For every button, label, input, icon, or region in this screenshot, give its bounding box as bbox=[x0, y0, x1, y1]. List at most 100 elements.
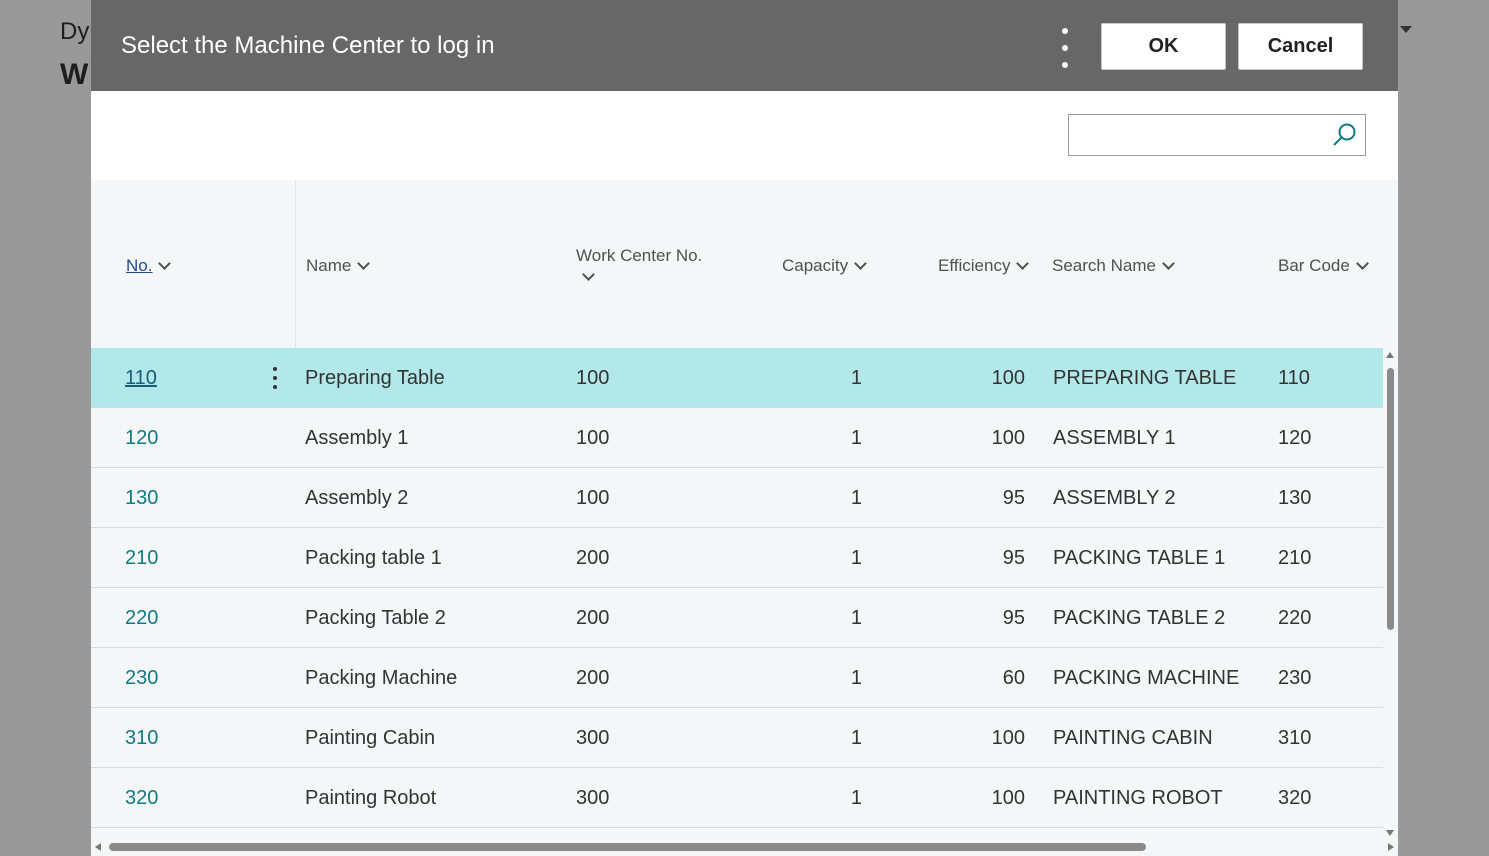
row-search-name: PACKING MACHINE bbox=[1053, 667, 1240, 689]
row-search-name: PAINTING ROBOT bbox=[1053, 787, 1223, 809]
vertical-scrollbar[interactable] bbox=[1383, 348, 1398, 838]
column-header-work-center-no[interactable]: Work Center No. bbox=[576, 244, 726, 292]
row-work-center-no: 100 bbox=[576, 427, 610, 449]
row-actions-button[interactable] bbox=[269, 365, 281, 391]
table-header: No. Name Work Center No. Capacity Effici… bbox=[91, 180, 1398, 348]
column-header-name[interactable]: Name bbox=[306, 256, 371, 276]
row-name: Painting Cabin bbox=[305, 727, 436, 749]
row-name: Packing Table 2 bbox=[305, 607, 446, 629]
row-bar-code: 130 bbox=[1278, 487, 1312, 509]
chevron-down-icon bbox=[357, 257, 371, 270]
table-row[interactable]: 310 Painting Cabin 300 1 100 PAINTING CA… bbox=[91, 708, 1383, 768]
row-capacity: 1 bbox=[850, 547, 862, 569]
chevron-down-icon bbox=[1016, 257, 1030, 270]
row-bar-code: 320 bbox=[1278, 787, 1312, 809]
dialog-header: Select the Machine Center to log in OK C… bbox=[91, 0, 1398, 91]
row-name: Painting Robot bbox=[305, 787, 437, 809]
row-efficiency: 100 bbox=[991, 427, 1025, 449]
row-capacity: 1 bbox=[850, 487, 862, 509]
vertical-scroll-thumb[interactable] bbox=[1387, 368, 1394, 630]
row-search-name: PAINTING CABIN bbox=[1053, 727, 1213, 749]
row-name: Assembly 1 bbox=[305, 427, 409, 449]
row-search-name: ASSEMBLY 1 bbox=[1053, 427, 1176, 449]
row-capacity: 1 bbox=[850, 787, 862, 809]
scroll-down-icon[interactable] bbox=[1386, 830, 1394, 836]
row-capacity: 1 bbox=[850, 607, 862, 629]
row-bar-code: 210 bbox=[1278, 547, 1312, 569]
chevron-down-icon bbox=[582, 268, 595, 281]
row-efficiency: 95 bbox=[1002, 547, 1025, 569]
row-efficiency: 100 bbox=[991, 787, 1025, 809]
scroll-right-icon[interactable] bbox=[1388, 843, 1394, 851]
column-header-capacity[interactable]: Capacity bbox=[782, 256, 868, 276]
row-search-name: ASSEMBLY 2 bbox=[1053, 487, 1176, 509]
row-no-link[interactable]: 320 bbox=[125, 787, 158, 810]
row-name: Packing table 1 bbox=[305, 547, 442, 569]
search-icon[interactable] bbox=[1331, 122, 1357, 148]
row-capacity: 1 bbox=[850, 667, 862, 689]
more-vertical-icon bbox=[273, 367, 277, 371]
row-name: Assembly 2 bbox=[305, 487, 409, 509]
row-work-center-no: 300 bbox=[576, 787, 610, 809]
scroll-left-icon[interactable] bbox=[95, 843, 101, 851]
row-no-link[interactable]: 120 bbox=[125, 427, 158, 450]
table-row[interactable]: 130 Assembly 2 100 1 95 ASSEMBLY 2 130 bbox=[91, 468, 1383, 528]
chevron-down-icon bbox=[854, 257, 868, 270]
column-header-search-name[interactable]: Search Name bbox=[1052, 256, 1175, 276]
row-work-center-no: 100 bbox=[576, 367, 610, 389]
table-body: 110 Preparing Table 100 1 100 PREPARING … bbox=[91, 348, 1383, 828]
horizontal-scroll-thumb[interactable] bbox=[109, 843, 1146, 851]
table-row[interactable]: 210 Packing table 1 200 1 95 PACKING TAB… bbox=[91, 528, 1383, 588]
row-capacity: 1 bbox=[850, 427, 862, 449]
row-name: Packing Machine bbox=[305, 667, 458, 689]
row-no-link[interactable]: 130 bbox=[125, 487, 158, 510]
row-efficiency: 100 bbox=[991, 367, 1025, 389]
column-divider bbox=[295, 180, 296, 348]
chevron-down-icon bbox=[1162, 257, 1175, 270]
row-bar-code: 310 bbox=[1278, 727, 1312, 749]
row-efficiency: 95 bbox=[1002, 607, 1025, 629]
row-work-center-no: 200 bbox=[576, 667, 610, 689]
row-no-link[interactable]: 210 bbox=[125, 547, 158, 570]
ok-button[interactable]: OK bbox=[1101, 23, 1226, 70]
row-no-link[interactable]: 310 bbox=[125, 727, 158, 750]
row-bar-code: 110 bbox=[1278, 367, 1310, 389]
row-search-name: PACKING TABLE 2 bbox=[1053, 607, 1226, 629]
more-vertical-icon bbox=[1062, 28, 1068, 34]
row-efficiency: 100 bbox=[991, 727, 1025, 749]
row-no-link[interactable]: 230 bbox=[125, 667, 158, 690]
table-row[interactable]: 220 Packing Table 2 200 1 95 PACKING TAB… bbox=[91, 588, 1383, 648]
dialog-title: Select the Machine Center to log in bbox=[121, 32, 495, 59]
column-header-efficiency[interactable]: Efficiency bbox=[938, 256, 1030, 276]
row-work-center-no: 100 bbox=[576, 487, 610, 509]
row-search-name: PREPARING TABLE bbox=[1053, 367, 1237, 389]
row-bar-code: 120 bbox=[1278, 427, 1312, 449]
more-options-button[interactable] bbox=[1049, 22, 1081, 74]
table-row[interactable]: 230 Packing Machine 200 1 60 PACKING MAC… bbox=[91, 648, 1383, 708]
machine-center-dialog: Select the Machine Center to log in OK C… bbox=[91, 0, 1398, 856]
table-row[interactable]: 120 Assembly 1 100 1 100 ASSEMBLY 1 120 bbox=[91, 408, 1383, 468]
row-bar-code: 230 bbox=[1278, 667, 1312, 689]
table-row[interactable]: 320 Painting Robot 300 1 100 PAINTING RO… bbox=[91, 768, 1383, 828]
table-row[interactable]: 110 Preparing Table 100 1 100 PREPARING … bbox=[91, 348, 1383, 408]
row-capacity: 1 bbox=[850, 367, 862, 389]
cancel-button[interactable]: Cancel bbox=[1238, 23, 1363, 70]
column-header-bar-code[interactable]: Bar Code bbox=[1278, 256, 1369, 276]
row-work-center-no: 300 bbox=[576, 727, 610, 749]
chevron-down-icon bbox=[1355, 257, 1369, 270]
horizontal-scrollbar[interactable] bbox=[91, 838, 1398, 856]
row-efficiency: 95 bbox=[1002, 487, 1025, 509]
row-work-center-no: 200 bbox=[576, 547, 610, 569]
chevron-down-icon bbox=[158, 257, 172, 270]
row-no-link[interactable]: 220 bbox=[125, 607, 158, 630]
row-bar-code: 220 bbox=[1278, 607, 1312, 629]
row-search-name: PACKING TABLE 1 bbox=[1053, 547, 1226, 569]
scroll-up-icon[interactable] bbox=[1386, 352, 1394, 358]
row-work-center-no: 200 bbox=[576, 607, 610, 629]
row-no-link[interactable]: 110 bbox=[125, 367, 157, 390]
row-efficiency: 60 bbox=[1002, 667, 1025, 689]
column-header-no[interactable]: No. bbox=[126, 256, 172, 276]
search-input[interactable] bbox=[1068, 114, 1366, 156]
row-capacity: 1 bbox=[850, 727, 862, 749]
search-bar bbox=[91, 91, 1398, 180]
